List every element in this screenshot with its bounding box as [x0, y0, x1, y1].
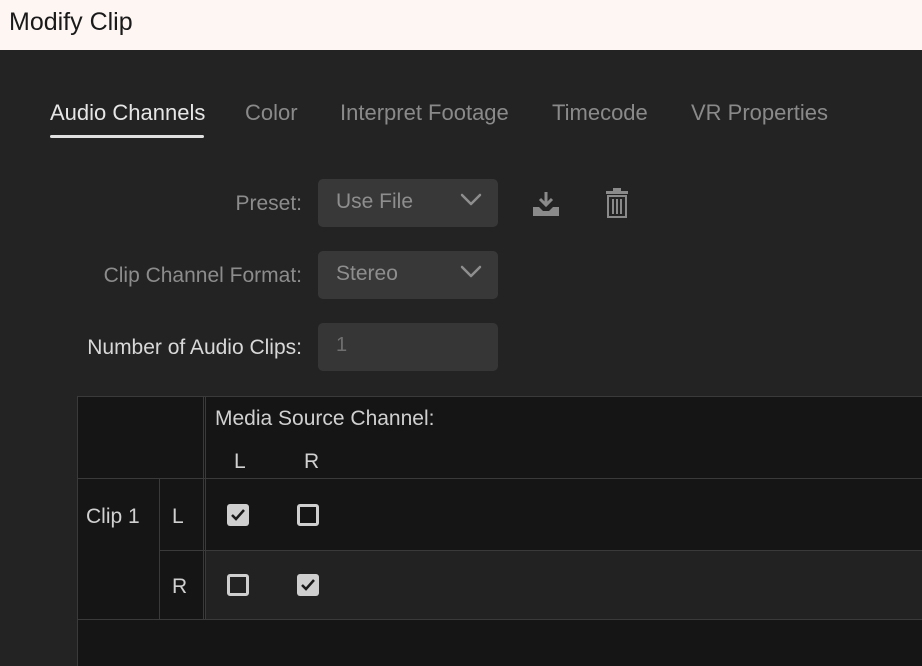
num-clips-field[interactable]: 1 — [318, 323, 498, 371]
clip-channel-r-label: R — [172, 575, 188, 598]
checkbox-l-l[interactable] — [227, 504, 249, 526]
active-tab-indicator — [50, 135, 204, 138]
clip-channel-l-label: L — [172, 505, 184, 528]
channel-format-dropdown[interactable]: Stereo — [318, 251, 498, 299]
tab-timecode[interactable]: Timecode — [552, 100, 648, 126]
tab-audio-channels[interactable]: Audio Channels — [50, 100, 205, 126]
checkmark-icon — [301, 579, 315, 591]
channel-format-value: Stereo — [336, 262, 398, 285]
preset-label: Preset: — [235, 192, 302, 215]
chevron-down-icon — [460, 193, 482, 206]
media-source-channel-header: Media Source Channel: — [215, 407, 435, 430]
channel-format-label: Clip Channel Format: — [103, 264, 302, 287]
tab-interpret-footage[interactable]: Interpret Footage — [340, 100, 509, 126]
checkbox-r-l[interactable] — [227, 574, 249, 596]
trash-icon[interactable] — [605, 188, 629, 218]
window-title: Modify Clip — [9, 8, 133, 36]
download-icon[interactable] — [530, 190, 562, 218]
tab-bar: Audio Channels Color Interpret Footage T… — [0, 100, 922, 140]
source-channel-r-header: R — [304, 450, 320, 473]
checkbox-r-r[interactable] — [297, 574, 319, 596]
preset-dropdown[interactable]: Use File — [318, 179, 498, 227]
checkmark-icon — [231, 509, 245, 521]
checkbox-l-r[interactable] — [297, 504, 319, 526]
source-channel-l-header: L — [234, 450, 246, 473]
chevron-down-icon — [460, 265, 482, 278]
window-title-bar: Modify Clip — [0, 0, 922, 50]
channel-mapping-grid: Media Source Channel: L R Clip 1 L R — [77, 396, 922, 666]
tab-vr-properties[interactable]: VR Properties — [691, 100, 828, 126]
preset-value: Use File — [336, 190, 414, 213]
num-clips-label: Number of Audio Clips: — [87, 336, 302, 359]
tab-color[interactable]: Color — [245, 100, 298, 126]
clip-name: Clip 1 — [86, 505, 140, 528]
